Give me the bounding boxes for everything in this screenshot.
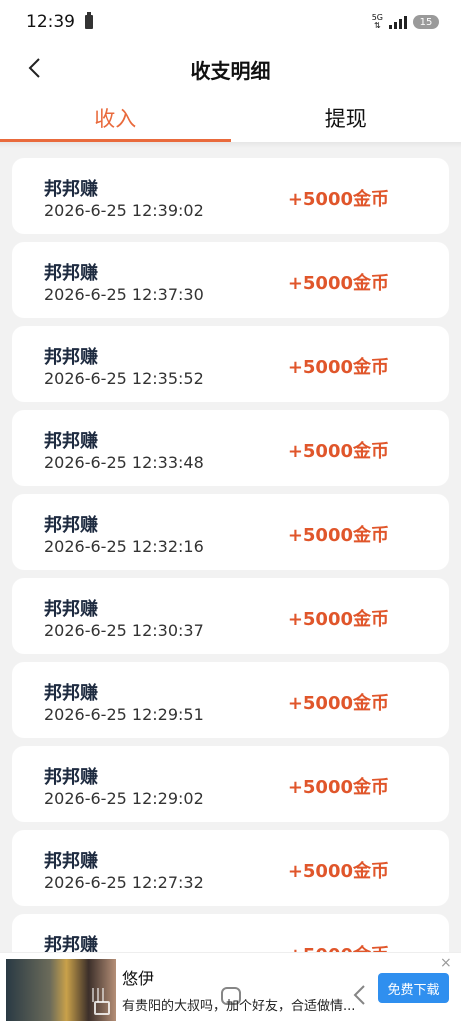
list-item: 邦邦赚 2026-6-25 12:30:37 +5000金币 [12, 578, 449, 654]
list-item: 邦邦赚 2026-6-25 12:35:52 +5000金币 [12, 326, 449, 402]
record-source: 邦邦赚 [44, 851, 98, 872]
tab-bar: 收入 提现 [0, 94, 461, 142]
record-amount: +5000金币 [287, 189, 389, 210]
close-icon[interactable]: × [440, 955, 452, 971]
record-source: 邦邦赚 [44, 515, 98, 536]
record-time: 2026-6-25 12:35:52 [44, 369, 204, 388]
list-item: 邦邦赚 2026-6-25 12:33:48 +5000金币 [12, 410, 449, 486]
chevron-left-icon [28, 58, 40, 78]
record-amount: +5000金币 [287, 441, 389, 462]
video-icon [94, 1001, 110, 1015]
battery-level: 15 [419, 16, 433, 28]
sim-card-icon [85, 12, 93, 29]
list-item: 邦邦赚 2026-6-25 12:37:30 +5000金币 [12, 242, 449, 318]
record-source: 邦邦赚 [44, 431, 98, 452]
record-time: 2026-6-25 12:32:16 [44, 537, 204, 556]
record-source: 邦邦赚 [44, 683, 98, 704]
record-source: 邦邦赚 [44, 179, 98, 200]
signal-icon [389, 15, 407, 29]
nav-back-icon[interactable] [352, 984, 366, 1006]
record-time: 2026-6-25 12:37:30 [44, 285, 204, 304]
tab-income[interactable]: 收入 [0, 94, 231, 142]
tab-divider [0, 142, 461, 148]
status-bar: 12:39 5G ⇅ 15 [0, 0, 461, 44]
record-list: 邦邦赚 2026-6-25 12:39:02 +5000金币 邦邦赚 2026-… [12, 158, 449, 998]
ad-title: 悠伊 [122, 969, 155, 988]
battery-icon: 15 [413, 15, 439, 29]
record-time: 2026-6-25 12:33:48 [44, 453, 204, 472]
status-indicators: 5G ⇅ 15 [372, 14, 439, 30]
data-arrows-icon: ⇅ [374, 21, 381, 30]
record-amount: +5000金币 [287, 693, 389, 714]
record-amount: +5000金币 [287, 861, 389, 882]
record-time: 2026-6-25 12:39:02 [44, 201, 204, 220]
clock: 12:39 [26, 12, 75, 32]
list-item: 邦邦赚 2026-6-25 12:39:02 +5000金币 [12, 158, 449, 234]
record-amount: +5000金币 [287, 525, 389, 546]
record-source: 邦邦赚 [44, 599, 98, 620]
record-amount: +5000金币 [287, 777, 389, 798]
record-time: 2026-6-25 12:30:37 [44, 621, 204, 640]
ad-description: 有贵阳的大叔吗，加个好友，合适做情... [122, 999, 356, 1014]
page-title: 收支明细 [190, 58, 271, 83]
record-amount: +5000金币 [287, 273, 389, 294]
list-item: 邦邦赚 2026-6-25 12:32:16 +5000金币 [12, 494, 449, 570]
record-time: 2026-6-25 12:27:32 [44, 873, 204, 892]
tab-withdraw[interactable]: 提现 [231, 94, 461, 142]
record-source: 邦邦赚 [44, 347, 98, 368]
back-button[interactable] [14, 48, 54, 88]
home-icon[interactable] [221, 987, 241, 1005]
free-download-button[interactable]: 免费下载 [378, 973, 449, 1003]
record-source: 邦邦赚 [44, 767, 98, 788]
record-time: 2026-6-25 12:29:02 [44, 789, 204, 808]
record-time: 2026-6-25 12:29:51 [44, 705, 204, 724]
record-amount: +5000金币 [287, 357, 389, 378]
record-amount: +5000金币 [287, 609, 389, 630]
list-item: 邦邦赚 2026-6-25 12:27:32 +5000金币 [12, 830, 449, 906]
list-item: 邦邦赚 2026-6-25 12:29:02 +5000金币 [12, 746, 449, 822]
network-type-icon: 5G ⇅ [372, 14, 383, 30]
record-source: 邦邦赚 [44, 263, 98, 284]
recent-apps-icon[interactable] [92, 988, 104, 1002]
status-time: 12:39 [26, 12, 93, 32]
list-item: 邦邦赚 2026-6-25 12:29:51 +5000金币 [12, 662, 449, 738]
page-header: 收支明细 [0, 44, 461, 94]
